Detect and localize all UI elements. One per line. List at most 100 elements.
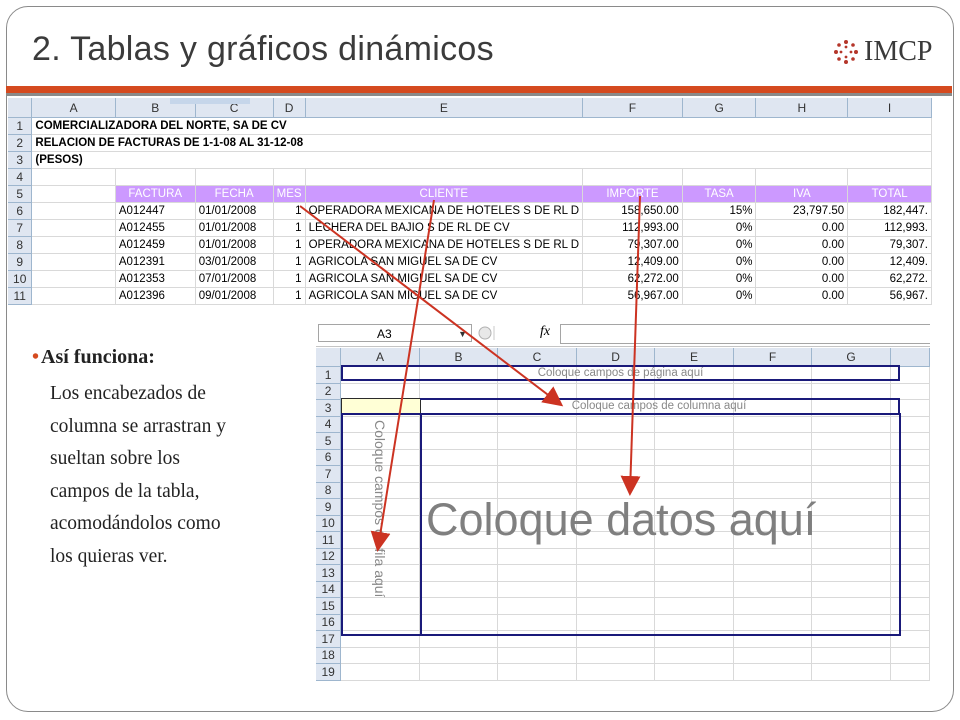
cell[interactable] (811, 647, 891, 664)
row-header[interactable]: 4 (8, 168, 33, 186)
report-title-cell[interactable]: RELACION DE FACTURAS DE 1-1-08 AL 31-12-… (31, 134, 932, 152)
row-header[interactable]: 7 (316, 465, 342, 483)
factura-cell[interactable]: A012396 (115, 287, 196, 305)
mes-cell[interactable]: 1 (273, 270, 306, 288)
column-header-a[interactable]: A (340, 348, 420, 367)
factura-cell[interactable]: A012391 (115, 253, 196, 271)
cell[interactable] (305, 168, 584, 186)
row-header[interactable]: 6 (316, 449, 342, 466)
tasa-cell[interactable]: 0% (682, 236, 757, 254)
importe-cell[interactable]: 112,993.00 (582, 219, 683, 237)
cliente-cell[interactable]: OPERADORA MEXICANA DE HOTELES S DE RL D (305, 236, 584, 254)
chevron-down-icon[interactable]: ▼ (458, 325, 467, 343)
importe-cell[interactable]: 79,307.00 (582, 236, 683, 254)
cell[interactable] (31, 236, 116, 254)
cell[interactable] (682, 168, 757, 186)
mes-cell[interactable]: 1 (273, 219, 306, 237)
importe-cell[interactable]: 12,409.00 (582, 253, 683, 271)
company-title-cell[interactable]: COMERCIALIZADORA DEL NORTE, SA DE CV (31, 117, 932, 135)
cell[interactable] (654, 647, 734, 664)
cell[interactable] (582, 168, 683, 186)
cell[interactable] (31, 202, 116, 220)
cliente-cell[interactable]: OPERADORA MEXICANA DE HOTELES S DE RL D (305, 202, 584, 220)
row-header[interactable]: 3 (316, 399, 342, 417)
tasa-cell[interactable]: 15% (682, 202, 757, 220)
total-cell[interactable]: 79,307. (847, 236, 932, 254)
column-header-d[interactable]: D (273, 98, 306, 118)
row-header[interactable]: 9 (8, 253, 33, 271)
row-header[interactable]: 12 (316, 548, 342, 565)
header-tasa[interactable]: TASA (682, 185, 757, 203)
column-header-b[interactable]: B (419, 348, 499, 367)
importe-cell[interactable]: 158,650.00 (582, 202, 683, 220)
header-factura[interactable]: FACTURA (115, 185, 196, 203)
row-header[interactable]: 3 (8, 151, 33, 169)
cell[interactable] (115, 168, 196, 186)
total-cell[interactable]: 112,993. (847, 219, 932, 237)
iva-cell[interactable]: 0.00 (755, 287, 849, 305)
row-header[interactable]: 10 (8, 270, 33, 288)
currency-note-cell[interactable]: (PESOS) (31, 151, 932, 169)
fecha-cell[interactable]: 03/01/2008 (195, 253, 274, 271)
name-box[interactable]: A3 ▼ (318, 324, 472, 342)
column-header-i[interactable]: I (847, 98, 932, 118)
cell[interactable] (419, 647, 499, 664)
column-header-f[interactable]: F (733, 348, 813, 367)
header-mes[interactable]: MES (273, 185, 306, 203)
importe-cell[interactable]: 62,272.00 (582, 270, 683, 288)
column-header-a[interactable]: A (31, 98, 116, 118)
cell[interactable] (890, 647, 930, 664)
cell[interactable] (31, 185, 116, 203)
fecha-cell[interactable]: 01/01/2008 (195, 236, 274, 254)
tasa-cell[interactable]: 0% (682, 270, 757, 288)
cell[interactable] (340, 647, 420, 664)
column-header-extra[interactable] (890, 348, 930, 367)
iva-cell[interactable]: 0.00 (755, 236, 849, 254)
total-cell[interactable]: 182,447. (847, 202, 932, 220)
row-header[interactable]: 17 (316, 630, 342, 648)
row-header[interactable]: 16 (316, 614, 342, 631)
factura-cell[interactable]: A012455 (115, 219, 196, 237)
fecha-cell[interactable]: 01/01/2008 (195, 202, 274, 220)
cell[interactable] (654, 663, 734, 681)
tasa-cell[interactable]: 0% (682, 219, 757, 237)
cell[interactable] (31, 270, 116, 288)
row-header[interactable]: 11 (316, 531, 342, 549)
page-field-drop-zone[interactable]: Coloque campos de página aquí (341, 365, 900, 381)
row-header[interactable]: 18 (316, 647, 342, 664)
fecha-cell[interactable]: 09/01/2008 (195, 287, 274, 305)
row-header[interactable]: 8 (8, 236, 33, 254)
row-header[interactable]: 13 (316, 564, 342, 582)
row-header[interactable]: 5 (316, 432, 342, 450)
cell[interactable] (31, 253, 116, 271)
row-header[interactable]: 1 (316, 366, 342, 384)
header-importe[interactable]: IMPORTE (582, 185, 683, 203)
mes-cell[interactable]: 1 (273, 202, 306, 220)
cell[interactable] (31, 219, 116, 237)
fecha-cell[interactable]: 01/01/2008 (195, 219, 274, 237)
factura-cell[interactable]: A012447 (115, 202, 196, 220)
cell[interactable] (576, 663, 656, 681)
cliente-cell[interactable]: AGRICOLA SAN MIGUEL SA DE CV (305, 253, 584, 271)
corner-cell[interactable] (316, 348, 342, 367)
fecha-cell[interactable]: 07/01/2008 (195, 270, 274, 288)
cell[interactable] (497, 647, 577, 664)
row-header[interactable]: 11 (8, 287, 33, 305)
cliente-cell[interactable]: AGRICOLA SAN MIGUEL SA DE CV (305, 287, 584, 305)
row-header[interactable]: 19 (316, 663, 342, 681)
row-header[interactable]: 1 (8, 117, 33, 135)
row-header[interactable]: 5 (8, 185, 33, 203)
header-cliente[interactable]: CLIENTE (305, 185, 584, 203)
header-total[interactable]: TOTAL (847, 185, 932, 203)
cliente-cell[interactable]: LECHERA DEL BAJIO S DE RL DE CV (305, 219, 584, 237)
cell[interactable] (733, 647, 813, 664)
column-header-g[interactable]: G (811, 348, 891, 367)
header-iva[interactable]: IVA (755, 185, 849, 203)
formula-input[interactable] (560, 324, 930, 344)
row-header[interactable]: 7 (8, 219, 33, 237)
cell[interactable] (340, 663, 420, 681)
total-cell[interactable]: 12,409. (847, 253, 932, 271)
column-header-g[interactable]: G (682, 98, 757, 118)
cell[interactable] (890, 663, 930, 681)
iva-cell[interactable]: 0.00 (755, 219, 849, 237)
